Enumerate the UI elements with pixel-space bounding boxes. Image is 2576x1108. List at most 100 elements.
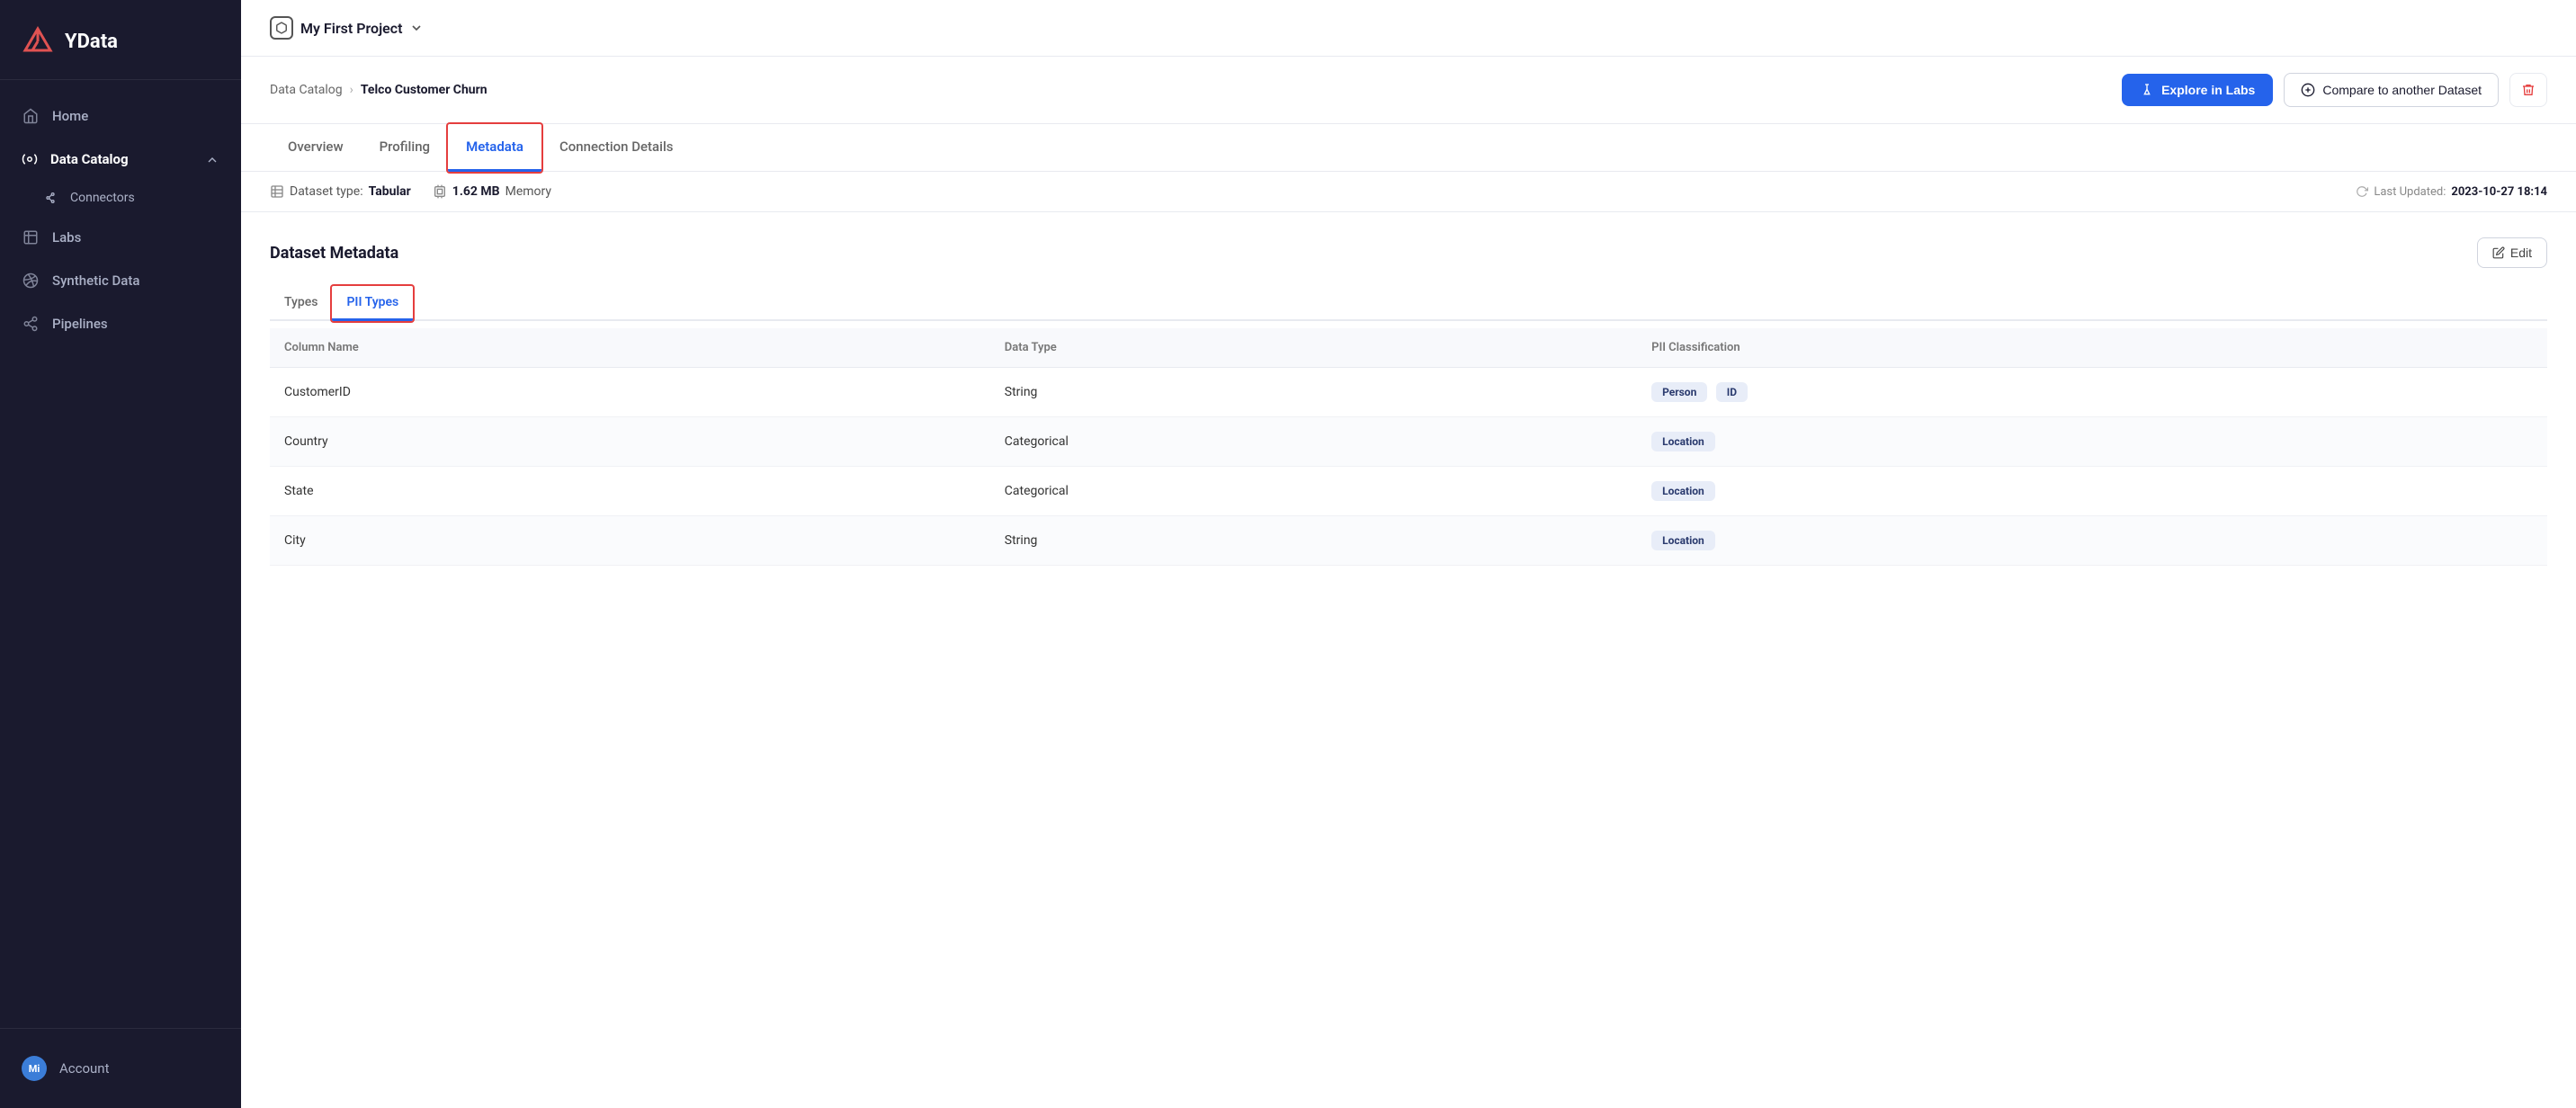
sidebar-item-home[interactable]: Home	[0, 94, 241, 138]
breadcrumb-bar: Data Catalog › Telco Customer Churn Expl…	[241, 57, 2576, 124]
sidebar-item-data-catalog[interactable]: Data Catalog	[0, 138, 241, 180]
tab-connection-details-label: Connection Details	[559, 138, 674, 155]
sidebar-item-connectors[interactable]: Connectors	[0, 180, 241, 216]
table-body: CustomerID String Person ID Country Cate…	[270, 368, 2547, 566]
cell-pii: Location	[1637, 417, 2547, 467]
dataset-type-value: Tabular	[369, 184, 411, 199]
breadcrumb: Data Catalog › Telco Customer Churn	[270, 83, 487, 97]
pipelines-icon	[22, 315, 40, 333]
delete-button[interactable]	[2509, 73, 2547, 107]
refresh-icon	[2356, 185, 2368, 198]
cell-pii: Location	[1637, 467, 2547, 516]
trash-icon	[2521, 83, 2536, 97]
cell-column-name: City	[270, 516, 990, 566]
metadata-header: Dataset Metadata Edit	[270, 237, 2547, 268]
sidebar-item-synthetic-data-label: Synthetic Data	[52, 273, 139, 289]
compare-dataset-label: Compare to another Dataset	[2322, 83, 2482, 97]
tabs-bar: Overview Profiling Metadata Connection D…	[241, 124, 2576, 172]
catalog-icon	[22, 150, 38, 167]
edit-label: Edit	[2510, 246, 2532, 260]
tab-connection-details[interactable]: Connection Details	[541, 124, 692, 172]
cpu-icon	[433, 184, 447, 199]
account-item[interactable]: Mi Account	[0, 1043, 241, 1094]
last-updated-value: 2023-10-27 18:14	[2451, 185, 2547, 199]
meta-tab-types-label: Types	[284, 295, 318, 309]
synthetic-icon	[22, 272, 40, 290]
pii-badge-id: ID	[1716, 382, 1748, 402]
cell-data-type: Categorical	[990, 467, 1637, 516]
cell-pii: Location	[1637, 516, 2547, 566]
sidebar-item-connectors-label: Connectors	[70, 191, 135, 205]
flask-icon	[2140, 83, 2154, 97]
cell-data-type: String	[990, 516, 1637, 566]
cell-column-name: Country	[270, 417, 990, 467]
dataset-memory-info: 1.62 MB Memory	[433, 184, 551, 199]
tab-metadata-label: Metadata	[466, 138, 523, 155]
sidebar-item-synthetic-data[interactable]: Synthetic Data	[0, 259, 241, 302]
tab-overview-label: Overview	[288, 138, 344, 155]
sidebar-item-home-label: Home	[52, 108, 88, 124]
col-header-column-name: Column Name	[270, 328, 990, 368]
sidebar-item-data-catalog-label: Data Catalog	[50, 151, 129, 167]
edit-button[interactable]: Edit	[2477, 237, 2547, 268]
tab-profiling[interactable]: Profiling	[362, 124, 448, 172]
pii-badge-location: Location	[1651, 432, 1715, 451]
cell-pii: Person ID	[1637, 368, 2547, 417]
meta-tab-pii-types[interactable]: PII Types	[332, 286, 413, 321]
breadcrumb-separator: ›	[350, 83, 353, 97]
breadcrumb-current: Telco Customer Churn	[361, 83, 487, 97]
home-icon	[22, 107, 40, 125]
col-header-data-type: Data Type	[990, 328, 1637, 368]
sidebar-nav: Home Data Catalog Connectors	[0, 80, 241, 1028]
table-icon	[270, 184, 284, 199]
dataset-memory-value: 1.62 MB	[452, 184, 500, 199]
metadata-tabs: Types PII Types	[270, 286, 2547, 321]
main-content: My First Project Data Catalog › Telco Cu…	[241, 0, 2576, 1108]
sidebar-bottom: Mi Account	[0, 1028, 241, 1108]
metadata-title: Dataset Metadata	[270, 244, 398, 263]
breadcrumb-actions: Explore in Labs Compare to another Datas…	[2122, 73, 2547, 107]
table-row: Country Categorical Location	[270, 417, 2547, 467]
breadcrumb-parent[interactable]: Data Catalog	[270, 83, 343, 97]
table-row: City String Location	[270, 516, 2547, 566]
labs-icon	[22, 228, 40, 246]
account-label: Account	[59, 1060, 110, 1077]
sidebar: YData Home Data Catalog	[0, 0, 241, 1108]
last-updated-label: Last Updated:	[2374, 185, 2446, 199]
pii-badge-location: Location	[1651, 531, 1715, 550]
sidebar-item-pipelines[interactable]: Pipelines	[0, 302, 241, 345]
project-selector[interactable]: My First Project	[270, 16, 424, 40]
ydata-logo-icon	[22, 25, 54, 58]
meta-tab-types[interactable]: Types	[270, 286, 332, 321]
content-inner: Data Catalog › Telco Customer Churn Expl…	[241, 57, 2576, 1108]
metadata-table: Column Name Data Type PII Classification…	[270, 328, 2547, 566]
connectors-icon	[43, 191, 58, 205]
top-bar: My First Project	[241, 0, 2576, 57]
dataset-info-right: Last Updated: 2023-10-27 18:14	[2356, 185, 2547, 199]
project-name: My First Project	[300, 20, 402, 37]
expand-icon	[205, 151, 219, 167]
sidebar-item-labs[interactable]: Labs	[0, 216, 241, 259]
compare-icon	[2301, 83, 2315, 97]
cell-data-type: Categorical	[990, 417, 1637, 467]
dataset-type-label: Dataset type:	[290, 184, 363, 199]
explore-labs-button[interactable]: Explore in Labs	[2122, 74, 2273, 106]
logo-text: YData	[65, 31, 118, 53]
cell-column-name: CustomerID	[270, 368, 990, 417]
dataset-info-bar: Dataset type: Tabular 1.62 MB Memory Las…	[241, 172, 2576, 212]
dataset-type-info: Dataset type: Tabular	[270, 184, 411, 199]
tab-metadata[interactable]: Metadata	[448, 124, 541, 172]
col-header-pii-classification: PII Classification	[1637, 328, 2547, 368]
dataset-info-left: Dataset type: Tabular 1.62 MB Memory	[270, 184, 551, 199]
explore-labs-label: Explore in Labs	[2161, 83, 2255, 97]
chevron-down-icon	[409, 21, 424, 35]
tab-profiling-label: Profiling	[380, 138, 430, 155]
tab-overview[interactable]: Overview	[270, 124, 362, 172]
meta-tab-pii-types-label: PII Types	[346, 295, 398, 309]
table-row: CustomerID String Person ID	[270, 368, 2547, 417]
compare-dataset-button[interactable]: Compare to another Dataset	[2284, 73, 2499, 107]
account-initials: Mi	[29, 1063, 40, 1075]
sidebar-item-labs-label: Labs	[52, 229, 81, 246]
project-icon	[270, 16, 293, 40]
table-header-row: Column Name Data Type PII Classification	[270, 328, 2547, 368]
